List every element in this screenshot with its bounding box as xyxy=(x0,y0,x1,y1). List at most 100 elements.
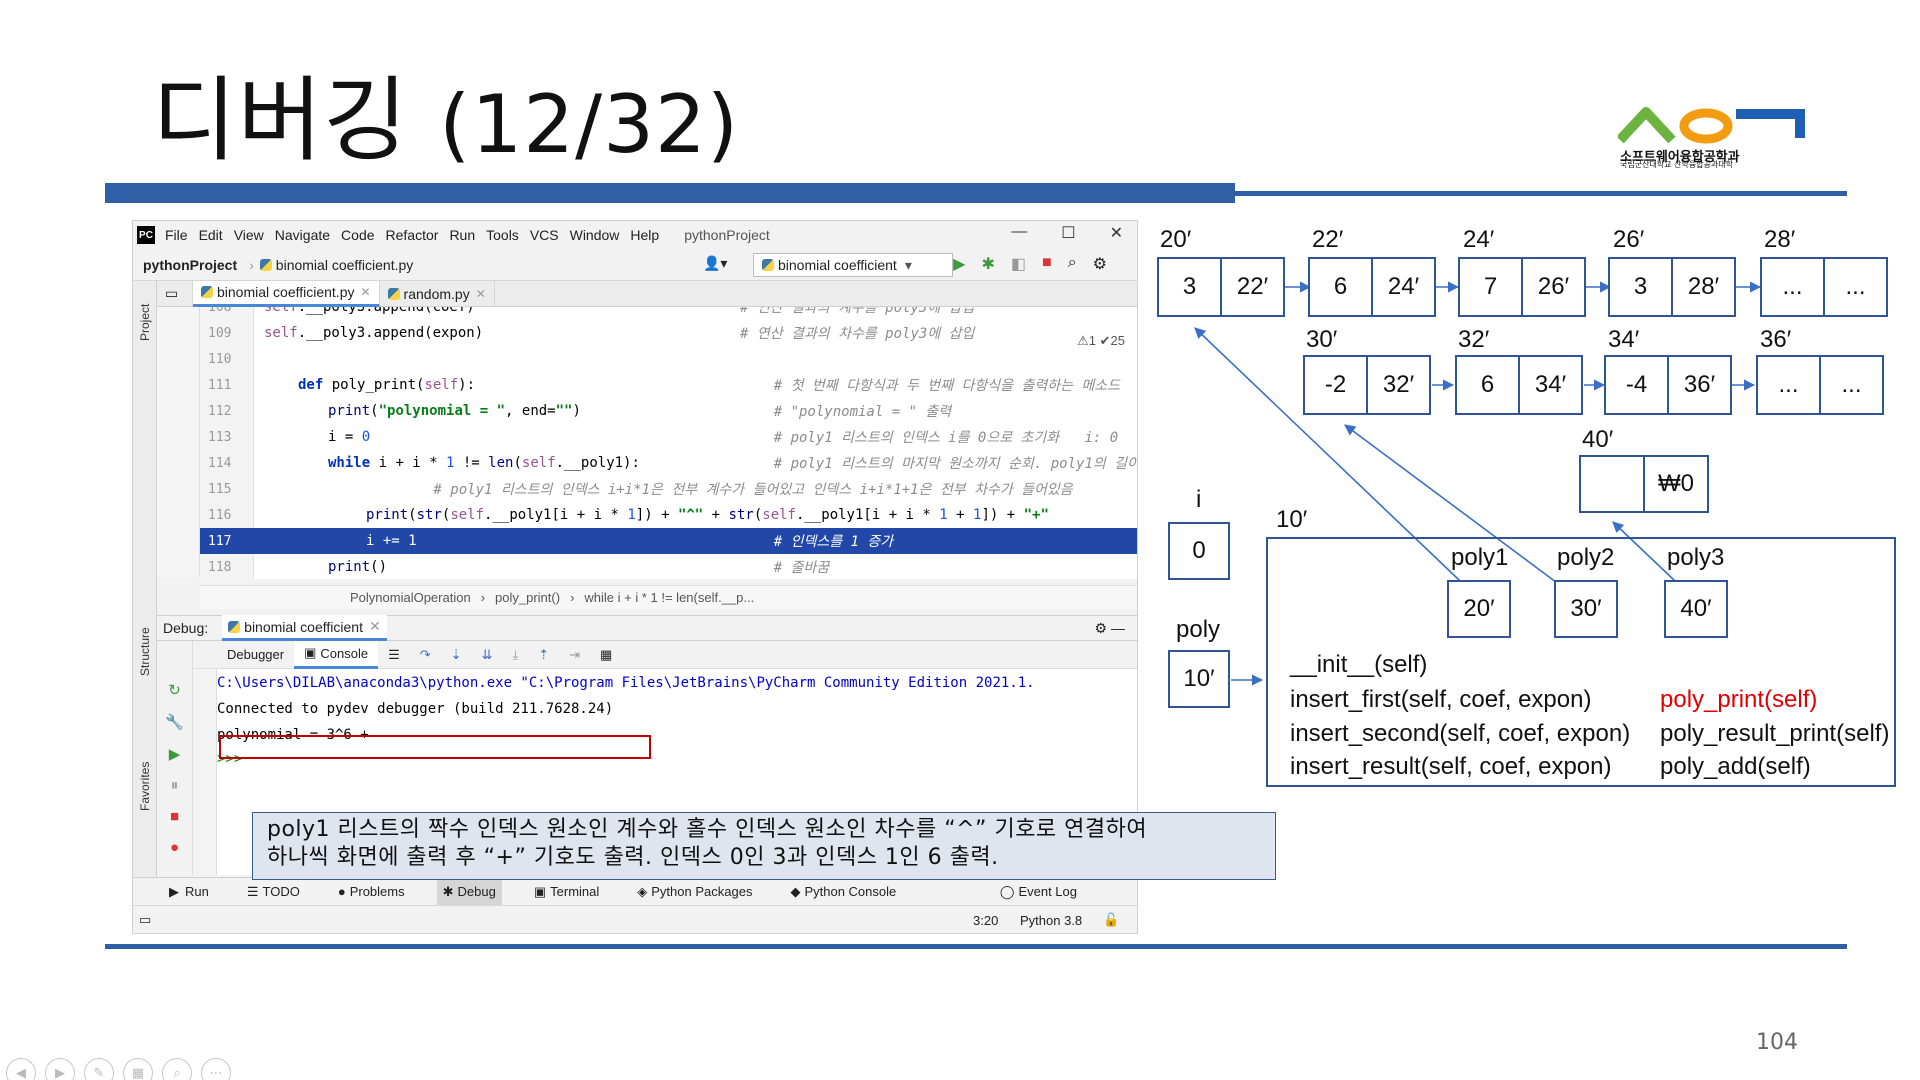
debug-session-label: binomial coefficient xyxy=(244,618,363,635)
menu-run[interactable]: Run xyxy=(449,227,475,243)
run-icon[interactable]: ▶ xyxy=(953,254,965,274)
code-editor[interactable]: 108 self.__poly3.append(coef) # 연산 결과의 계수를… xyxy=(200,307,1137,579)
terminal-tool-tab[interactable]: ▣ Terminal xyxy=(528,878,605,906)
menu-navigate[interactable]: Navigate xyxy=(275,227,330,243)
evaluate-icon[interactable]: ▦ xyxy=(590,641,622,669)
nav-project[interactable]: pythonProject xyxy=(143,257,237,273)
code-comment: # 줄바꿈 xyxy=(740,560,830,576)
pause-icon[interactable]: ⏸ xyxy=(171,777,179,794)
lock-icon[interactable]: 🔓 xyxy=(1103,912,1119,928)
step-out-icon[interactable]: ⇡ xyxy=(528,641,559,669)
event-log-tab[interactable]: ◯ Event Log xyxy=(994,878,1083,906)
code-comment: # 첫 번째 다항식과 두 번째 다항식을 출력하는 메소드 xyxy=(740,378,1121,394)
close-tab-icon[interactable]: ✕ xyxy=(360,285,370,299)
code-line: 113 i = 0 # poly1 리스트의 인덱스 i를 0으로 초기화 i: … xyxy=(200,424,1137,450)
project-panel-icon[interactable]: ▭ xyxy=(157,280,193,307)
prev-slide-icon[interactable]: ◀ xyxy=(6,1058,36,1080)
slideshow-nav: ◀ ▶ ✎ ▦ ⌕ ⋯ xyxy=(6,1058,231,1080)
debug-session-tab[interactable]: binomial coefficient ✕ xyxy=(222,615,387,641)
node-next: 34′ xyxy=(1518,355,1583,415)
toggle-tool-windows-icon[interactable]: ▭ xyxy=(139,912,151,928)
status-bar: ▭ 3:20 Python 3.8 🔓 xyxy=(133,905,1137,933)
user-icon[interactable]: 👤▾ xyxy=(703,255,727,272)
stop-icon[interactable]: ■ xyxy=(1042,254,1052,274)
close-tab-icon[interactable]: ✕ xyxy=(369,618,381,635)
run-tool-tab[interactable]: ▶ Run xyxy=(163,878,215,906)
layout-icon[interactable]: ☰ xyxy=(378,641,410,669)
menu-code[interactable]: Code xyxy=(341,227,374,243)
line-number: 116 xyxy=(208,507,232,523)
poly1-field-value: 20′ xyxy=(1447,580,1511,638)
code-line: 115 # poly1 리스트의 인덱스 i+i*1은 전부 계수가 들어있고 … xyxy=(200,476,1137,502)
debug-settings-icon[interactable]: ⚙ — xyxy=(1095,620,1125,637)
zoom-icon[interactable]: ⌕ xyxy=(162,1058,192,1080)
force-step-into-icon[interactable]: ⤓ xyxy=(502,641,528,669)
next-slide-icon[interactable]: ▶ xyxy=(45,1058,75,1080)
nav-file[interactable]: binomial coefficient.py xyxy=(276,257,413,273)
inspection-summary[interactable]: ⚠1 ✔25 xyxy=(1077,333,1125,349)
menu-view[interactable]: View xyxy=(234,227,264,243)
cursor-position[interactable]: 3:20 xyxy=(973,913,998,928)
tab-binomial-coefficient[interactable]: binomial coefficient.py ✕ xyxy=(193,280,380,307)
run-config-select[interactable]: binomial coefficient ▾ xyxy=(753,253,953,277)
page-number: 104 xyxy=(1756,1030,1798,1055)
menu-edit[interactable]: Edit xyxy=(199,227,223,243)
breadcrumb-loop[interactable]: while i + i * 1 != len(self.__p... xyxy=(584,590,754,605)
tab-label: random.py xyxy=(403,285,470,302)
python-config-icon xyxy=(762,259,774,271)
node-coef: -2 xyxy=(1303,355,1368,415)
node-address: 34′ xyxy=(1608,326,1640,353)
tab-debugger[interactable]: Debugger xyxy=(217,641,294,669)
menu-file[interactable]: File xyxy=(165,227,188,243)
minimize-icon[interactable]: — xyxy=(1011,223,1027,243)
python-interpreter[interactable]: Python 3.8 xyxy=(1020,913,1082,928)
close-icon[interactable]: ✕ xyxy=(1110,223,1123,243)
debug-tool-tab[interactable]: ✱ Debug xyxy=(436,877,502,906)
menu-help[interactable]: Help xyxy=(630,227,659,243)
node-coef: 3 xyxy=(1608,257,1673,317)
resume-icon[interactable]: ▶ xyxy=(169,745,181,763)
breadcrumb-class[interactable]: PolynomialOperation xyxy=(350,590,471,605)
step-into-my-code-icon[interactable]: ⇊ xyxy=(472,641,503,669)
poly3-field-value: 40′ xyxy=(1664,580,1728,638)
python-console-tool-tab[interactable]: ◆ Python Console xyxy=(784,878,902,906)
project-tool-tab[interactable]: Project xyxy=(138,304,152,341)
debug-icon[interactable]: ✱ xyxy=(981,254,994,274)
problems-tool-label: Problems xyxy=(349,884,405,899)
step-over-icon[interactable]: ↷ xyxy=(410,641,441,669)
code-line: 112 print("polynomial = ", end="") # "pol… xyxy=(200,398,1137,424)
structure-tool-tab[interactable]: Structure xyxy=(138,627,152,676)
slides-grid-icon[interactable]: ▦ xyxy=(123,1058,153,1080)
menu-vcs[interactable]: VCS xyxy=(530,227,559,243)
code-line: 114 while i + i * 1 != len(self.__poly1):… xyxy=(200,450,1137,476)
rerun-icon[interactable]: ↻ xyxy=(168,681,181,699)
step-into-icon[interactable]: ⇣ xyxy=(441,641,472,669)
pen-icon[interactable]: ✎ xyxy=(84,1058,114,1080)
code-line: 118 print() # 줄바꿈 xyxy=(200,554,1137,579)
coverage-icon[interactable]: ◧ xyxy=(1011,254,1026,274)
breadcrumb-method[interactable]: poly_print() xyxy=(495,590,560,605)
more-options-icon[interactable]: ⋯ xyxy=(201,1058,231,1080)
menu-refactor[interactable]: Refactor xyxy=(386,227,439,243)
settings-icon[interactable]: ⚙ xyxy=(1093,254,1107,274)
maximize-icon[interactable]: ☐ xyxy=(1061,223,1075,243)
search-icon[interactable]: ⌕ xyxy=(1068,254,1077,274)
node-coef: -4 xyxy=(1604,355,1669,415)
todo-tool-tab[interactable]: ☰ TODO xyxy=(241,878,306,906)
modify-config-icon[interactable]: 🔧 xyxy=(165,713,184,731)
tab-random[interactable]: random.py ✕ xyxy=(380,280,495,307)
menu-tools[interactable]: Tools xyxy=(486,227,519,243)
view-breakpoints-icon[interactable]: ● xyxy=(170,839,179,856)
problems-tool-tab[interactable]: ● Problems xyxy=(332,878,411,906)
stop-debug-icon[interactable]: ■ xyxy=(170,808,179,825)
close-tab-icon[interactable]: ✕ xyxy=(476,287,486,301)
packages-tool-tab[interactable]: ◈ Python Packages xyxy=(631,878,758,906)
tab-console[interactable]: ▣ Console xyxy=(294,640,379,669)
chevron-down-icon: ▾ xyxy=(904,256,912,273)
poly1-field-label: poly1 xyxy=(1451,544,1509,571)
code-line: 111 def poly_print(self): # 첫 번째 다항식과 두 번… xyxy=(200,372,1137,398)
console-gutter xyxy=(193,669,217,875)
run-to-cursor-icon[interactable]: ⇥ xyxy=(559,641,590,669)
menu-window[interactable]: Window xyxy=(570,227,620,243)
favorites-tool-tab[interactable]: Favorites xyxy=(138,762,152,811)
